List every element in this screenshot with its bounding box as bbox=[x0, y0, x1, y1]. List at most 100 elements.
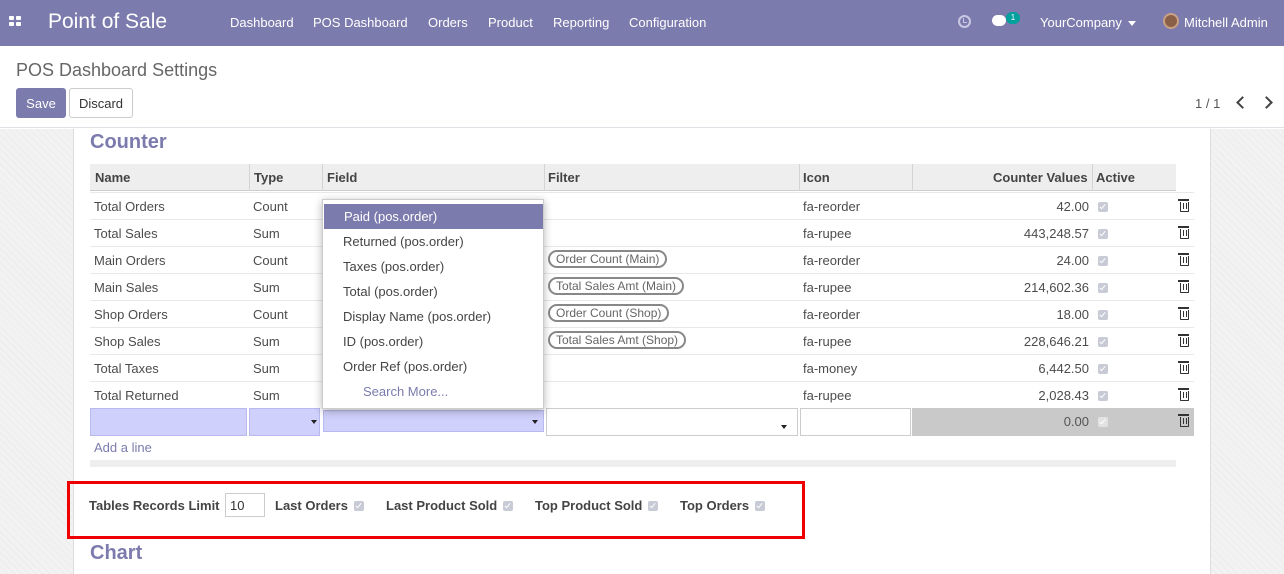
table-row[interactable]: Shop Orders Count Order Count (Shop) fa-… bbox=[90, 300, 1194, 327]
menu-product[interactable]: Product bbox=[488, 15, 533, 30]
filter-select-input[interactable] bbox=[546, 408, 798, 436]
user-menu[interactable]: Mitchell Admin bbox=[1184, 15, 1268, 30]
cell-icon: fa-rupee bbox=[803, 388, 852, 403]
trash-icon[interactable] bbox=[1178, 334, 1189, 347]
column-header-type[interactable]: Type bbox=[254, 170, 283, 185]
filter-tag[interactable]: Total Sales Amt (Main) bbox=[548, 277, 685, 295]
menu-reporting[interactable]: Reporting bbox=[553, 15, 609, 30]
chart-heading: Chart bbox=[90, 542, 143, 564]
active-checkbox[interactable] bbox=[1098, 337, 1108, 347]
activity-clock-icon[interactable] bbox=[958, 15, 971, 28]
tables-limit-input[interactable] bbox=[225, 493, 265, 517]
table-row[interactable]: Total Orders Count fa-reorder 42.00 bbox=[90, 192, 1194, 219]
save-button[interactable]: Save bbox=[16, 88, 66, 118]
trash-icon[interactable] bbox=[1178, 388, 1189, 401]
menu-configuration[interactable]: Configuration bbox=[629, 15, 706, 30]
icon-input[interactable] bbox=[800, 408, 911, 436]
cell-icon: fa-rupee bbox=[803, 334, 852, 349]
active-checkbox[interactable] bbox=[1098, 364, 1108, 374]
cell-counter-value: 6,442.50 bbox=[1038, 361, 1089, 376]
cell-counter-value: 214,602.36 bbox=[1023, 280, 1089, 295]
dropdown-option[interactable]: Returned (pos.order) bbox=[323, 229, 543, 254]
dropdown-option[interactable]: Display Name (pos.order) bbox=[323, 304, 543, 329]
app-title[interactable]: Point of Sale bbox=[48, 10, 167, 34]
trash-icon[interactable] bbox=[1178, 280, 1189, 293]
table-row[interactable]: Total Sales Sum fa-rupee 443,248.57 bbox=[90, 219, 1194, 246]
trash-icon[interactable] bbox=[1178, 361, 1189, 374]
discard-button[interactable]: Discard bbox=[69, 88, 133, 118]
column-header-counter-values[interactable]: Counter Values bbox=[993, 170, 1088, 185]
filter-tag[interactable]: Order Count (Main) bbox=[548, 250, 668, 268]
menu-dashboard[interactable]: Dashboard bbox=[230, 15, 294, 30]
search-more-link[interactable]: Search More... bbox=[323, 379, 543, 404]
cell-counter-value: 42.00 bbox=[1056, 199, 1089, 214]
add-line-link[interactable]: Add a line bbox=[94, 440, 152, 455]
cell-counter-value: 0.00 bbox=[1063, 414, 1089, 429]
pager-value[interactable]: 1 / 1 bbox=[1195, 96, 1220, 111]
cell-name: Shop Orders bbox=[94, 307, 168, 322]
table-header: Name Type Field Filter Icon Counter Valu… bbox=[90, 164, 1176, 191]
column-header-field[interactable]: Field bbox=[327, 170, 357, 185]
last-product-sold-label: Last Product Sold bbox=[386, 498, 498, 513]
cell-icon: fa-reorder bbox=[803, 199, 861, 214]
table-row[interactable]: Total Returned Sum fa-rupee 2,028.43 bbox=[90, 381, 1194, 408]
column-header-icon[interactable]: Icon bbox=[803, 170, 830, 185]
table-row[interactable]: Main Orders Count Order Count (Main) fa-… bbox=[90, 246, 1194, 273]
cell-name: Shop Sales bbox=[94, 334, 161, 349]
last-orders-checkbox[interactable] bbox=[354, 501, 364, 511]
dropdown-option[interactable]: Paid (pos.order) bbox=[324, 204, 543, 229]
menu-orders[interactable]: Orders bbox=[428, 15, 468, 30]
messages-icon[interactable] bbox=[992, 15, 1006, 26]
name-input[interactable] bbox=[90, 408, 247, 436]
top-orders-label: Top Orders bbox=[680, 498, 750, 513]
cell-type: Sum bbox=[253, 361, 280, 376]
cell-name: Total Orders bbox=[94, 199, 165, 214]
active-checkbox[interactable] bbox=[1098, 417, 1108, 427]
chevron-right-icon[interactable] bbox=[1260, 96, 1273, 109]
table-row[interactable]: Shop Sales Sum Total Sales Amt (Shop) fa… bbox=[90, 327, 1194, 354]
cell-icon: fa-reorder bbox=[803, 253, 861, 268]
filter-tag[interactable]: Total Sales Amt (Shop) bbox=[548, 331, 687, 349]
table-row[interactable]: Total Taxes Sum fa-money 6,442.50 bbox=[90, 354, 1194, 381]
menu-pos-dashboard[interactable]: POS Dashboard bbox=[313, 15, 408, 30]
active-checkbox[interactable] bbox=[1098, 310, 1108, 320]
column-header-name[interactable]: Name bbox=[95, 170, 130, 185]
cell-name: Main Sales bbox=[94, 280, 159, 295]
last-product-sold-checkbox[interactable] bbox=[503, 501, 513, 511]
field-select-input[interactable] bbox=[323, 410, 544, 432]
trash-icon[interactable] bbox=[1178, 253, 1189, 266]
trash-icon[interactable] bbox=[1178, 199, 1189, 212]
cell-name: Total Sales bbox=[94, 226, 158, 241]
active-checkbox[interactable] bbox=[1098, 256, 1108, 266]
trash-icon[interactable] bbox=[1178, 226, 1189, 239]
cell-type: Sum bbox=[253, 226, 280, 241]
dropdown-option[interactable]: Taxes (pos.order) bbox=[323, 254, 543, 279]
new-row-readonly: 0.00 bbox=[912, 408, 1194, 436]
column-header-active[interactable]: Active bbox=[1096, 170, 1135, 185]
type-select[interactable] bbox=[249, 408, 320, 436]
trash-icon[interactable] bbox=[1178, 307, 1189, 320]
company-switcher[interactable]: YourCompany bbox=[1040, 15, 1136, 30]
column-header-filter[interactable]: Filter bbox=[548, 170, 580, 185]
active-checkbox[interactable] bbox=[1098, 229, 1108, 239]
top-product-sold-checkbox[interactable] bbox=[648, 501, 658, 511]
filter-tag[interactable]: Order Count (Shop) bbox=[548, 304, 670, 322]
top-orders-checkbox[interactable] bbox=[755, 501, 765, 511]
avatar[interactable] bbox=[1163, 13, 1179, 29]
chevron-down-icon bbox=[311, 420, 317, 424]
chevron-down-icon bbox=[1127, 21, 1136, 27]
chevron-left-icon[interactable] bbox=[1236, 96, 1249, 109]
apps-menu-icon[interactable] bbox=[9, 16, 23, 28]
active-checkbox[interactable] bbox=[1098, 391, 1108, 401]
dropdown-option[interactable]: Order Ref (pos.order) bbox=[323, 354, 543, 379]
company-name: YourCompany bbox=[1040, 15, 1122, 30]
dropdown-option[interactable]: Total (pos.order) bbox=[323, 279, 543, 304]
trash-icon[interactable] bbox=[1178, 414, 1189, 427]
active-checkbox[interactable] bbox=[1098, 283, 1108, 293]
dropdown-option[interactable]: ID (pos.order) bbox=[323, 329, 543, 354]
active-checkbox[interactable] bbox=[1098, 202, 1108, 212]
cell-type: Count bbox=[253, 307, 288, 322]
table-row[interactable]: Main Sales Sum Total Sales Amt (Main) fa… bbox=[90, 273, 1194, 300]
counter-heading: Counter bbox=[90, 131, 167, 153]
cell-icon: fa-money bbox=[803, 361, 858, 376]
